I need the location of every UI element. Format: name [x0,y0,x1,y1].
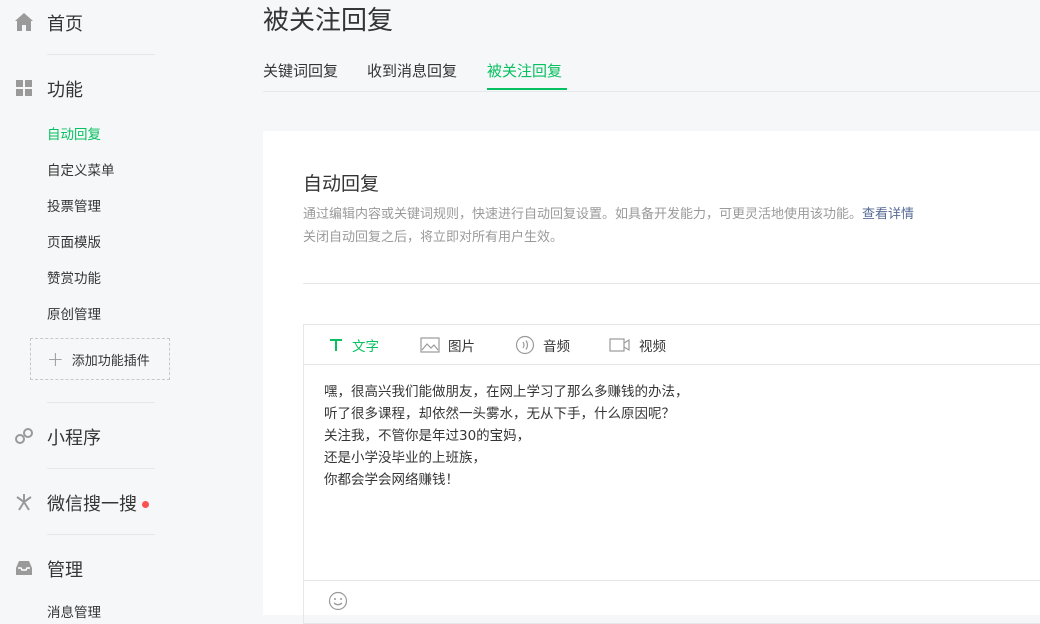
sidebar: 首页 功能 自动回复 自定义菜单 投票管理 页面模版 赞赏功能 原创管理 + 添… [0,0,200,621]
sidebar-item-messages[interactable]: 消息管理 [47,601,101,621]
sidebar-item-label: 微信搜一搜 [47,494,137,515]
sidebar-item-label: 首页 [47,14,83,35]
sidebar-item-mini-program[interactable]: 小程序 [0,418,200,454]
search-spark-icon [16,494,32,511]
sidebar-item-original[interactable]: 原创管理 [47,303,101,323]
divider [47,54,155,55]
divider [47,402,155,403]
sidebar-item-custom-menu[interactable]: 自定义菜单 [47,159,115,179]
content-line: 还是小学没毕业的上班族， [324,450,486,466]
divider [47,534,155,535]
content-line: 嘿，很高兴我们能做朋友，在网上学习了那么多赚钱的办法， [324,384,689,400]
emoji-icon[interactable] [328,591,348,611]
section-title: 自动回复 [303,173,380,195]
divider [303,283,1040,284]
sidebar-item-label: 功能 [47,80,83,101]
add-plugin-button[interactable]: + 添加功能插件 [30,338,170,380]
content-line: 听了很多课程，却依然一头雾水，无从下手，什么原因呢？ [324,406,675,422]
plus-icon: + [47,347,64,371]
text-tab-label: 文字 [352,339,379,355]
sidebar-item-reward[interactable]: 赞赏功能 [47,267,101,287]
view-details-link[interactable]: 查看详情 [862,207,914,222]
audio-tab[interactable]: 音频 [515,335,570,355]
notification-dot [142,501,149,508]
link-icon [15,428,33,444]
sidebar-item-home[interactable]: 首页 [0,4,200,40]
reply-editor: 文字 图片 音频 视频 嘿，很高兴我们能做朋友，在网上学习了那么多赚钱的办法， … [303,324,1040,624]
tab-keyword-reply[interactable]: 关键词回复 [263,60,338,81]
active-tab-indicator [487,88,567,90]
sidebar-item-auto-reply[interactable]: 自动回复 [47,123,101,143]
video-icon [609,338,630,352]
sidebar-item-manage[interactable]: 管理 [0,550,200,586]
sidebar-item-page-template[interactable]: 页面模版 [47,231,101,251]
sidebar-item-wechat-search[interactable]: 微信搜一搜 [0,484,200,520]
page-title: 被关注回复 [263,6,394,36]
description-line-2: 关闭自动回复之后，将立即对所有用户生效。 [303,230,564,245]
sidebar-item-label: 小程序 [47,428,101,449]
audio-icon [515,335,535,355]
image-icon [420,337,440,353]
grid-icon [16,80,32,96]
editor-footer-divider [304,580,1040,581]
home-icon [15,13,33,31]
description-text: 通过编辑内容或关键词规则，快速进行自动回复设置。如具备开发能力，可更灵活地使用该… [303,207,863,222]
add-plugin-label: 添加功能插件 [71,353,150,369]
content-line: 关注我，不管你是年过30的宝妈， [324,428,531,444]
tab-follow-reply[interactable]: 被关注回复 [487,60,562,81]
tab-bar: 关键词回复 收到消息回复 被关注回复 [263,52,1040,92]
sidebar-item-features[interactable]: 功能 [0,70,200,106]
editor-toolbar: 文字 图片 音频 视频 [304,325,1040,365]
sidebar-item-label: 管理 [47,560,83,581]
text-tab[interactable]: 文字 [328,335,379,355]
audio-tab-label: 音频 [543,339,570,355]
description-line-1: 通过编辑内容或关键词规则，快速进行自动回复设置。如具备开发能力，可更灵活地使用该… [303,203,914,222]
image-tab-label: 图片 [448,339,475,355]
main-panel: 自动回复 通过编辑内容或关键词规则，快速进行自动回复设置。如具备开发能力，可更灵… [263,131,1040,624]
video-tab[interactable]: 视频 [609,335,666,355]
sidebar-item-vote[interactable]: 投票管理 [47,195,101,215]
inbox-icon [16,561,32,575]
divider [47,468,155,469]
text-icon [330,339,342,351]
editor-content[interactable]: 嘿，很高兴我们能做朋友，在网上学习了那么多赚钱的办法， 听了很多课程，却依然一头… [324,381,689,491]
tab-message-reply[interactable]: 收到消息回复 [367,60,457,81]
content-line: 你都会学会网络赚钱！ [324,472,459,488]
video-tab-label: 视频 [639,339,666,355]
image-tab[interactable]: 图片 [420,335,475,355]
